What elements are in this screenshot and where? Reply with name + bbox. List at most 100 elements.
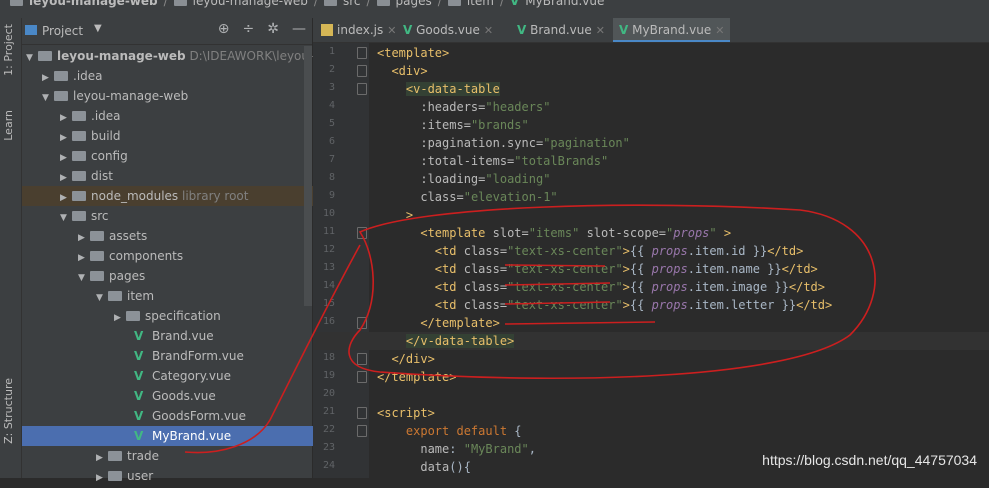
structure-tool-tab[interactable]: Z: Structure (2, 378, 15, 444)
vue-file-icon: V (134, 329, 144, 343)
project-panel-title[interactable]: Project (42, 24, 83, 38)
locate-icon[interactable]: ⊕ (218, 21, 230, 37)
code-line: <script> (377, 406, 435, 420)
js-file-icon (321, 24, 333, 36)
chevron-right-icon: ▶ (42, 73, 49, 83)
code-line: > (405, 208, 414, 222)
line-number: 23 (322, 442, 335, 453)
breadcrumb-item[interactable]: pages (396, 0, 432, 8)
code-line: </div> (391, 352, 435, 366)
folder-icon (108, 451, 122, 461)
folder-icon (447, 0, 461, 6)
code-line: name: "MyBrand", (420, 442, 536, 456)
line-number: 21 (322, 406, 335, 417)
fold-marker-icon[interactable] (357, 83, 367, 95)
tree-item[interactable]: ▼ leyou-manage-web D:\IDEAWORK\leyou-mana (22, 46, 347, 66)
vue-file-icon: V (517, 23, 527, 37)
fold-marker-icon[interactable] (357, 65, 367, 77)
fold-marker-icon[interactable] (357, 353, 367, 365)
code-line: <td class="text-xs-center">{{ props.item… (434, 244, 804, 258)
close-icon[interactable]: ✕ (715, 24, 724, 37)
fold-marker-icon[interactable] (357, 317, 367, 329)
breadcrumb-item[interactable]: MyBrand.vue (525, 0, 604, 8)
breadcrumb-root[interactable]: leyou-manage-web (29, 0, 158, 8)
line-number: 20 (322, 388, 335, 399)
breadcrumb-separator: / (437, 0, 442, 8)
chevron-right-icon: ▶ (60, 153, 67, 163)
hide-icon[interactable]: — (292, 21, 306, 37)
code-line: data(){ (420, 460, 471, 474)
project-icon (25, 25, 37, 35)
breadcrumb-item[interactable]: src (343, 0, 361, 8)
project-tool-tab[interactable]: 1: Project (2, 24, 15, 76)
line-number: 7 (328, 154, 335, 165)
folder-icon (72, 171, 86, 181)
vue-file-icon: V (134, 409, 144, 423)
code-line: class="elevation-1" (420, 190, 558, 204)
tree-item[interactable]: ▶ build (22, 126, 342, 146)
line-number: 12 (322, 244, 335, 255)
line-number-gutter: 1 2 3 4 5 6 7 8 9 10 11 12 13 14 15 16 1… (313, 43, 369, 478)
fold-marker-icon[interactable] (357, 425, 367, 437)
tree-item[interactable]: ▶ config (22, 146, 342, 166)
breadcrumb-item[interactable]: leyou-manage-web (193, 0, 308, 8)
editor-tabs: index.js ✕ V Goods.vue ✕ V Brand.vue ✕ V My… (313, 18, 989, 43)
code-line: :total-items="totalBrands" (420, 154, 609, 168)
vue-file-icon: V (403, 23, 413, 37)
line-number: 8 (328, 172, 335, 183)
line-number: 10 (322, 208, 335, 219)
code-line: <template> (377, 46, 450, 60)
chevron-down-icon[interactable]: ▼ (94, 23, 102, 34)
line-number: 19 (322, 370, 335, 381)
code-editor: index.js ✕ V Goods.vue ✕ V Brand.vue ✕ V My… (313, 18, 989, 478)
line-number: 15 (322, 298, 335, 309)
tree-item[interactable]: ▶ node_modules library root (22, 186, 342, 206)
line-number: 11 (322, 226, 335, 237)
tab-goods-vue[interactable]: V Goods.vue ✕ (397, 18, 499, 42)
line-number: 3 (328, 82, 335, 93)
collapse-icon[interactable]: ÷ (243, 21, 255, 37)
fold-marker-icon[interactable] (357, 407, 367, 419)
folder-icon (126, 311, 140, 321)
close-icon[interactable]: ✕ (596, 24, 605, 37)
code-area[interactable]: <template> <div> <v-data-table :headers=… (313, 43, 989, 478)
code-line: <td class="text-xs-center">{{ props.item… (434, 298, 833, 312)
fold-marker-icon[interactable] (357, 47, 367, 59)
learn-tool-tab[interactable]: Learn (2, 110, 15, 141)
line-number: 1 (328, 46, 335, 57)
gear-icon[interactable]: ✲ (267, 21, 279, 37)
chevron-down-icon: ▼ (78, 273, 85, 283)
code-line: :items="brands" (420, 118, 529, 132)
tree-item[interactable]: ▼ src (22, 206, 342, 226)
chevron-right-icon: ▶ (60, 133, 67, 143)
tab-index-js[interactable]: index.js ✕ (315, 18, 402, 42)
folder-icon (173, 0, 187, 6)
line-number: 18 (322, 352, 335, 363)
line-number: 13 (322, 262, 335, 273)
tab-mybrand-vue[interactable]: V MyBrand.vue ✕ (613, 18, 731, 42)
chevron-right-icon: ▶ (96, 473, 103, 483)
breadcrumb-item[interactable]: item (467, 0, 494, 8)
line-number: 9 (328, 190, 335, 201)
tree-item[interactable]: ▶ .idea (22, 66, 324, 86)
fold-marker-icon[interactable] (357, 371, 367, 383)
folder-icon (72, 191, 86, 201)
folder-icon (54, 91, 68, 101)
tree-item[interactable]: ▼ leyou-manage-web (22, 86, 324, 106)
vue-file-icon: V (619, 23, 629, 37)
folder-icon (90, 271, 104, 281)
tree-item[interactable]: ▶ .idea (22, 106, 342, 126)
chevron-down-icon: ▼ (42, 93, 49, 103)
tab-brand-vue[interactable]: V Brand.vue ✕ (511, 18, 611, 42)
scrollbar[interactable] (304, 46, 312, 306)
close-icon[interactable]: ✕ (484, 24, 493, 37)
chevron-right-icon: ▶ (60, 193, 67, 203)
fold-marker-icon[interactable] (357, 227, 367, 239)
folder-icon (108, 291, 122, 301)
vue-file-icon: V (509, 0, 520, 8)
project-panel: Project ▼ ⊕ ÷ ✲ — ▼ leyou-manage-web D:\I… (22, 18, 416, 483)
tree-item[interactable]: ▶ dist (22, 166, 342, 186)
tool-window-strip: 1: Project Learn Z: Structure (0, 18, 22, 478)
line-number: 14 (322, 280, 335, 291)
close-icon[interactable]: ✕ (387, 24, 396, 37)
